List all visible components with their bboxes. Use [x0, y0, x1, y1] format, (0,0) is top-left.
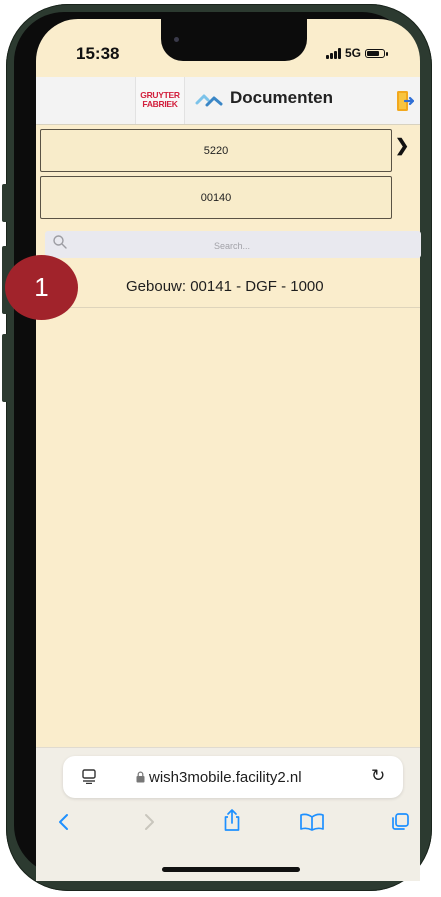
address-bar[interactable]: wish3mobile.facility2.nl ↻ [63, 756, 403, 798]
list-item[interactable]: Gebouw: 00141 - DGF - 1000 [36, 262, 420, 308]
selector-location[interactable]: 5220 [40, 129, 392, 172]
home-indicator [162, 867, 300, 872]
page-menu-icon[interactable] [81, 768, 97, 784]
company-logo[interactable]: GRUYTER FABRIEK [135, 77, 185, 124]
selector-building[interactable]: 00140 [40, 176, 392, 219]
selector-building-value: 00140 [200, 191, 232, 204]
camera-dot [174, 37, 179, 42]
mute-switch [2, 184, 8, 222]
selector-location-value: 5220 [203, 144, 229, 157]
lock-icon [136, 771, 145, 783]
network-label: 5G [345, 46, 362, 60]
notch [161, 19, 307, 61]
volume-down-button [2, 334, 8, 402]
bookmarks-icon[interactable] [299, 812, 325, 832]
tabs-icon[interactable] [390, 812, 410, 832]
arrows-logo-icon [195, 94, 223, 107]
status-time: 15:38 [76, 44, 120, 63]
forward-icon[interactable] [142, 812, 156, 832]
status-indicators: 5G [326, 46, 389, 60]
page-title: Documenten [230, 88, 333, 107]
share-icon[interactable] [222, 808, 242, 832]
battery-icon [365, 48, 389, 58]
url-text: wish3mobile.facility2.nl [149, 769, 302, 786]
exit-door-icon[interactable] [396, 90, 414, 112]
annotation-marker: 1 [5, 255, 78, 320]
company-logo-text: GRUYTER FABRIEK [140, 90, 180, 109]
search-icon [53, 235, 67, 249]
signal-icon [326, 47, 341, 59]
search-bar [45, 231, 421, 258]
search-input[interactable] [75, 235, 389, 256]
app-header: GRUYTER FABRIEK Documenten [36, 77, 420, 125]
back-icon[interactable] [57, 812, 71, 832]
list-item-label: Gebouw: 00141 - DGF - 1000 [126, 278, 324, 295]
reload-icon[interactable]: ↻ [371, 766, 385, 786]
chevron-right-icon[interactable]: ❯ [395, 136, 409, 156]
